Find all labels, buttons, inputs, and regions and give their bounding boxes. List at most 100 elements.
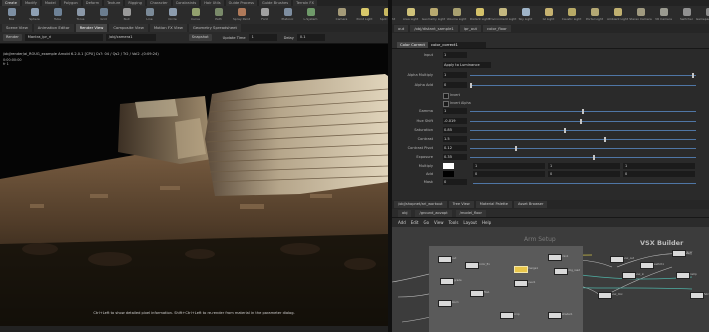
network-node[interactable] [465, 262, 479, 269]
shelf-tool-button[interactable]: Ambient Light [606, 7, 629, 23]
shelf-tool-button[interactable]: Platonic [276, 7, 299, 23]
network-tab[interactable]: Material Palette [475, 201, 512, 208]
delay-field[interactable]: 0.1 [296, 34, 325, 41]
param-slider-handle[interactable] [593, 154, 596, 160]
shelf-tab[interactable]: Deform [82, 0, 103, 6]
network-node[interactable] [514, 280, 528, 287]
shelf-tool-button[interactable]: GI Light [537, 7, 560, 23]
color-value-field[interactable]: 1 [548, 163, 620, 169]
shelf-tool-button[interactable]: Area Light [399, 7, 422, 23]
network-menu-item[interactable]: Edit [411, 220, 419, 225]
param-slider-handle[interactable] [582, 108, 584, 114]
shelf-tab[interactable]: Hair Utils [201, 0, 224, 6]
shelf-tool-button[interactable]: Distant Light [468, 7, 491, 23]
param-value-field[interactable]: 0.35 [443, 154, 467, 160]
param-value-field[interactable]: 1.5 [443, 136, 467, 142]
viewer-tab[interactable]: Scene View [2, 24, 32, 32]
viewer-tab[interactable]: Render View [75, 24, 108, 32]
viewer-tab[interactable]: Composite View [109, 24, 148, 32]
param-slider-track[interactable] [470, 147, 696, 149]
network-node[interactable] [500, 312, 514, 319]
param-slider-track[interactable] [470, 156, 696, 158]
shelf-tool-button[interactable]: Portal Light [583, 7, 606, 23]
network-menu-item[interactable]: Tools [449, 220, 459, 225]
param-value-field[interactable]: 1 [443, 72, 467, 78]
network-tab[interactable]: Tree View [448, 201, 474, 208]
camera-select[interactable]: /obj/camera1 [105, 34, 156, 41]
network-node[interactable] [554, 268, 568, 275]
param-slider-track[interactable] [470, 74, 696, 76]
network-node[interactable] [470, 290, 484, 297]
color-swatch[interactable] [443, 163, 454, 169]
shelf-tool-button[interactable]: Line [138, 7, 161, 23]
snapshot-button[interactable]: Snapshot [188, 34, 212, 41]
param-value[interactable]: 1 [443, 52, 467, 58]
network-menu-item[interactable]: Go [424, 220, 430, 225]
shelf-tool-button[interactable]: Stereo Camera [629, 7, 652, 23]
network-tab[interactable]: Asset Browser [513, 201, 548, 208]
shelf-tab[interactable]: Polygon [60, 0, 81, 6]
shelf-tool-button[interactable]: Tube [46, 7, 69, 23]
color-swatch[interactable] [443, 171, 454, 177]
shelf-tool-button[interactable]: Circle [161, 7, 184, 23]
shelf-tool-button[interactable]: Font [253, 7, 276, 23]
viewer-tab[interactable]: Geometry Spreadsheet [188, 24, 241, 32]
render-viewport[interactable]: /obj/render/ai_ROUG_example Arnold 6.2.0… [0, 44, 388, 326]
network-menu-item[interactable]: Add [398, 220, 406, 225]
network-path-segment[interactable]: /model_floor [455, 209, 486, 217]
shelf-tool-button[interactable]: Null [115, 7, 138, 23]
network-node[interactable] [514, 266, 528, 273]
param-tab[interactable]: out [394, 25, 409, 32]
shelf-tool-button[interactable]: Sky Light [514, 7, 537, 23]
shelf-tab[interactable]: Create [2, 0, 20, 6]
param-slider-handle[interactable] [579, 118, 582, 124]
shelf-tab[interactable]: Modify [21, 0, 40, 6]
network-node[interactable] [610, 256, 624, 263]
shelf-tab[interactable]: Constraints [172, 0, 200, 6]
param-slider-handle[interactable] [691, 72, 694, 78]
color-value-field[interactable]: 0 [548, 171, 620, 177]
shelf-tool-button[interactable]: L-System [299, 7, 322, 23]
network-node[interactable] [672, 250, 686, 257]
shelf-tool-button[interactable]: VR Camera [652, 7, 675, 23]
network-tab[interactable]: /obj/shopnet/ari_workout [394, 201, 447, 208]
shelf-tool-button[interactable]: Point Light [353, 7, 376, 23]
shelf-tool-button[interactable]: Environment Light [489, 7, 516, 23]
param-slider-track[interactable] [470, 129, 696, 131]
shelf-tab[interactable]: Model [41, 0, 59, 6]
param-checkbox[interactable] [443, 92, 449, 99]
param-slider-handle[interactable] [514, 145, 517, 151]
param-checkbox[interactable] [443, 100, 449, 107]
param-slider-track[interactable] [470, 84, 696, 86]
param-slider-handle[interactable] [604, 136, 607, 142]
viewer-tab[interactable]: Motion FX View [149, 24, 187, 32]
shelf-tool-button[interactable]: Curve [184, 7, 207, 23]
network-node[interactable] [548, 312, 562, 319]
network-node[interactable] [440, 278, 454, 285]
network-path-segment[interactable]: /ground_aovopt [415, 209, 452, 217]
param-value-field[interactable]: 1 [443, 108, 467, 114]
param-slider-track[interactable] [470, 120, 696, 122]
shelf-tool-button[interactable]: Grid [92, 7, 115, 23]
color-value-field[interactable]: 1 [473, 163, 545, 169]
shelf-tool-button[interactable]: Box [0, 7, 23, 23]
param-tab[interactable]: /obj/distant_sample1 [410, 25, 458, 32]
network-node[interactable] [622, 272, 636, 279]
shelf-tool-button[interactable]: Torus [69, 7, 92, 23]
network-node[interactable] [598, 292, 612, 299]
network-node[interactable] [548, 254, 562, 261]
network-menu-item[interactable]: Help [482, 220, 491, 225]
param-value-field[interactable]: 0.12 [443, 145, 467, 151]
network-menu-item[interactable]: Layout [463, 220, 477, 225]
param-slider-track[interactable] [473, 182, 696, 184]
network-node[interactable] [438, 256, 452, 263]
network-path-segment[interactable]: obj [398, 209, 412, 217]
param-value-field[interactable]: 0 [443, 179, 467, 185]
shelf-tool-button[interactable]: Volume Light [445, 7, 468, 23]
shelf-tool-button[interactable]: Path [207, 7, 230, 23]
shelf-tool-button[interactable]: Spray Paint [230, 7, 253, 23]
shelf-tool-button[interactable]: Gamepad Camera [696, 7, 709, 23]
network-node[interactable] [438, 300, 452, 307]
color-value-field[interactable]: 1 [623, 163, 695, 169]
shelf-tab[interactable]: Character [146, 0, 171, 6]
